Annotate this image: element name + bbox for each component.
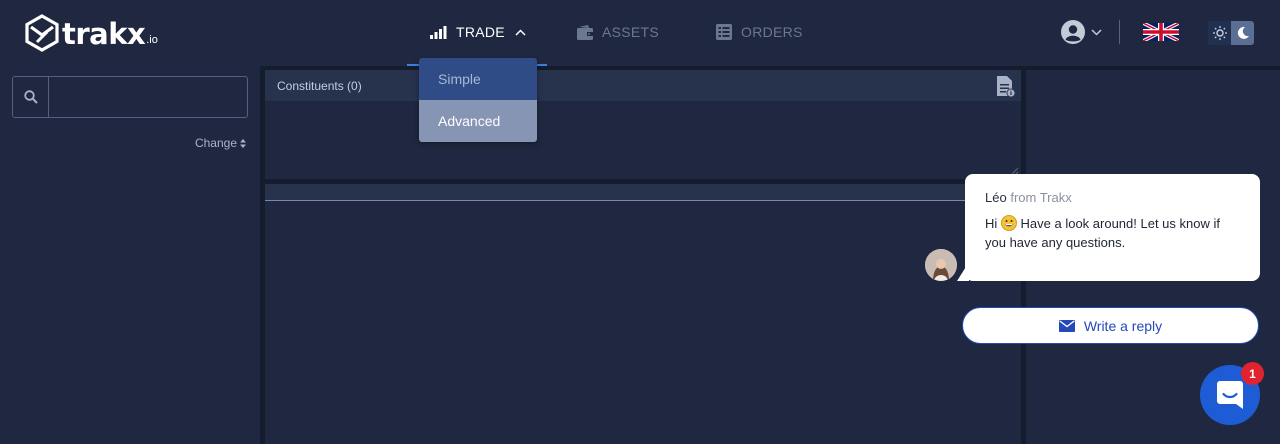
write-reply-label: Write a reply bbox=[1083, 317, 1163, 334]
list-icon bbox=[716, 24, 732, 40]
nav-tab-trade[interactable]: TRADE bbox=[430, 20, 526, 44]
sun-icon bbox=[1208, 21, 1231, 45]
chat-message-body: Have a look around! Let us know if you h… bbox=[985, 216, 1220, 250]
chart-panel bbox=[265, 184, 1021, 444]
header-divider bbox=[1119, 20, 1120, 44]
search-input[interactable] bbox=[49, 77, 247, 117]
chat-message-bubble[interactable]: Léo from Trakx Hi Have a look around! Le… bbox=[965, 174, 1260, 281]
user-menu-button[interactable] bbox=[1061, 20, 1102, 44]
chat-sender-name: Léo bbox=[985, 190, 1007, 205]
moon-icon bbox=[1231, 21, 1254, 45]
chart-toolbar bbox=[265, 184, 1021, 201]
trade-menu-item-advanced[interactable]: Advanced bbox=[419, 100, 537, 142]
change-sort-button[interactable]: Change bbox=[195, 136, 246, 150]
chat-bubble-icon bbox=[1217, 381, 1243, 409]
constituents-panel: Constituents (0) bbox=[265, 70, 1021, 179]
nav-tab-trade-label: TRADE bbox=[456, 24, 505, 40]
trade-menu-item-simple[interactable]: Simple bbox=[419, 58, 537, 100]
chevron-down-icon bbox=[1091, 28, 1102, 36]
change-sort-label: Change bbox=[194, 136, 237, 150]
grinning-face-icon bbox=[1000, 215, 1017, 231]
document-info-icon[interactable] bbox=[996, 76, 1016, 98]
chat-sender-org: from Trakx bbox=[1010, 190, 1072, 205]
constituents-header: Constituents (0) bbox=[265, 70, 1021, 101]
trakx-logo[interactable]: trakx .io bbox=[24, 12, 158, 52]
nav-tab-orders[interactable]: ORDERS bbox=[716, 20, 803, 44]
logo-suffix: .io bbox=[146, 34, 158, 46]
search-icon bbox=[13, 77, 49, 117]
trakx-logo-mark-icon bbox=[25, 14, 59, 52]
nav-tab-assets[interactable]: ASSETS bbox=[577, 20, 659, 44]
chat-message-text: Hi Have a look around! Let us know if yo… bbox=[985, 214, 1240, 252]
constituents-title: Constituents (0) bbox=[277, 78, 362, 93]
nav-tab-orders-label: ORDERS bbox=[741, 24, 803, 40]
watchlist-panel: Change bbox=[0, 66, 260, 444]
support-agent-avatar[interactable] bbox=[925, 249, 957, 281]
nav-tab-assets-label: ASSETS bbox=[602, 24, 660, 40]
logo-wordmark: trakx bbox=[62, 17, 146, 51]
trade-dropdown-menu: Simple Advanced bbox=[419, 58, 537, 142]
write-reply-button[interactable]: Write a reply bbox=[962, 307, 1259, 344]
envelope-icon bbox=[1058, 319, 1075, 332]
top-header: trakx .io TRADE ASSETS ORDERS bbox=[0, 0, 1280, 66]
chat-message-greeting: Hi bbox=[985, 216, 998, 231]
unread-count-badge: 1 bbox=[1241, 362, 1264, 385]
sort-icon bbox=[240, 138, 246, 148]
wallet-icon bbox=[577, 24, 593, 40]
uk-flag-icon[interactable] bbox=[1143, 22, 1179, 42]
search-box bbox=[12, 76, 248, 118]
theme-toggle[interactable] bbox=[1208, 21, 1254, 45]
chat-sender: Léo from Trakx bbox=[985, 190, 1240, 205]
chevron-up-icon bbox=[515, 28, 526, 36]
bar-chart-icon bbox=[430, 25, 447, 39]
user-avatar-icon bbox=[1061, 20, 1085, 44]
